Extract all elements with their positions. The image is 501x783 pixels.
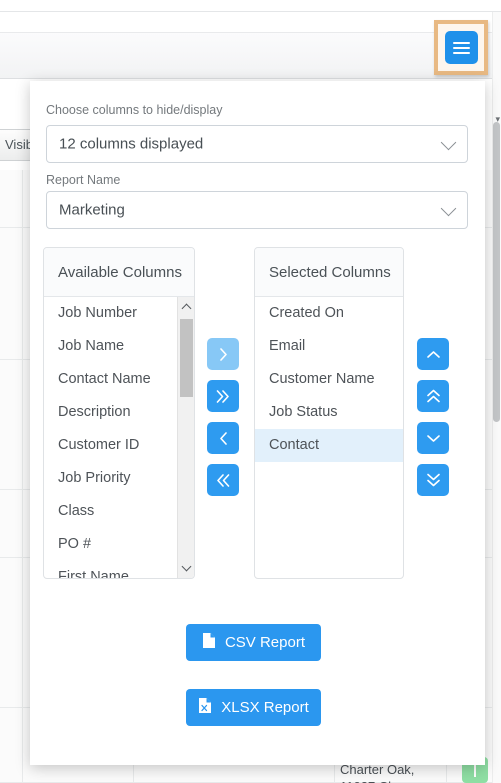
move-bottom-button[interactable] bbox=[417, 464, 449, 496]
file-icon bbox=[202, 632, 216, 653]
move-all-right-button[interactable] bbox=[207, 380, 239, 412]
list-item[interactable]: Job Priority bbox=[44, 462, 194, 495]
list-item[interactable]: Customer ID bbox=[44, 429, 194, 462]
columns-select[interactable]: 12 columns displayed bbox=[46, 125, 468, 163]
scroll-up-icon[interactable] bbox=[178, 297, 194, 317]
chevron-down-icon bbox=[440, 200, 457, 217]
report-name-select-value: Marketing bbox=[59, 201, 125, 219]
available-columns-scrollbar[interactable] bbox=[177, 297, 194, 578]
chevron-down-icon bbox=[440, 134, 457, 151]
list-item-selected[interactable]: Contact bbox=[255, 429, 403, 462]
selected-columns-list[interactable]: Created On Email Customer Name Job Statu… bbox=[255, 297, 403, 578]
list-item[interactable]: Contact Name bbox=[44, 363, 194, 396]
move-left-button[interactable] bbox=[207, 422, 239, 454]
report-name-label: Report Name bbox=[46, 173, 121, 187]
xlsx-report-button[interactable]: XLSX Report bbox=[186, 689, 321, 726]
columns-field-label: Choose columns to hide/display bbox=[46, 103, 223, 117]
xlsx-report-label: XLSX Report bbox=[221, 699, 309, 716]
page-scrollbar[interactable]: ▾ bbox=[492, 12, 501, 783]
scroll-down-icon[interactable] bbox=[178, 558, 194, 578]
report-name-select[interactable]: Marketing bbox=[46, 191, 468, 229]
move-all-left-button[interactable] bbox=[207, 464, 239, 496]
list-item[interactable]: Job Name bbox=[44, 330, 194, 363]
column-chooser-popover: Choose columns to hide/display 12 column… bbox=[30, 81, 485, 765]
list-item[interactable]: Email bbox=[255, 330, 403, 363]
file-excel-icon bbox=[198, 697, 212, 718]
list-item[interactable]: PO # bbox=[44, 528, 194, 561]
hamburger-menu-button[interactable] bbox=[445, 31, 478, 64]
table-cell-text: 11027 Ch... bbox=[340, 778, 440, 783]
csv-report-button[interactable]: CSV Report bbox=[186, 624, 321, 661]
list-item[interactable]: Description bbox=[44, 396, 194, 429]
move-up-button[interactable] bbox=[417, 338, 449, 370]
list-item[interactable]: Job Status bbox=[255, 396, 403, 429]
list-item[interactable]: First Name bbox=[44, 561, 194, 578]
background-toolbar bbox=[0, 12, 501, 33]
available-columns-panel: Available Columns Job Number Job Name Co… bbox=[43, 247, 195, 579]
page-scrollbar-thumb[interactable] bbox=[493, 122, 500, 422]
list-item[interactable]: Job Number bbox=[44, 297, 194, 330]
list-item[interactable]: Customer Name bbox=[255, 363, 403, 396]
table-column-separator bbox=[22, 170, 23, 783]
available-columns-list[interactable]: Job Number Job Name Contact Name Descrip… bbox=[44, 297, 194, 578]
move-down-button[interactable] bbox=[417, 422, 449, 454]
available-columns-title: Available Columns bbox=[44, 248, 194, 297]
hamburger-menu-icon bbox=[453, 39, 470, 57]
move-top-button[interactable] bbox=[417, 380, 449, 412]
screen-root: Visible Charter Oak, 11027 Ch... ▾ Choos… bbox=[0, 0, 501, 783]
selected-columns-panel: Selected Columns Created On Email Custom… bbox=[254, 247, 404, 579]
list-item[interactable]: Class bbox=[44, 495, 194, 528]
list-item[interactable]: Created On bbox=[255, 297, 403, 330]
csv-report-label: CSV Report bbox=[224, 634, 306, 651]
selected-columns-title: Selected Columns bbox=[255, 248, 403, 297]
available-columns-scrollbar-thumb[interactable] bbox=[180, 319, 193, 397]
move-right-button[interactable] bbox=[207, 338, 239, 370]
columns-select-value: 12 columns displayed bbox=[59, 135, 204, 153]
background-header-band bbox=[0, 33, 501, 79]
